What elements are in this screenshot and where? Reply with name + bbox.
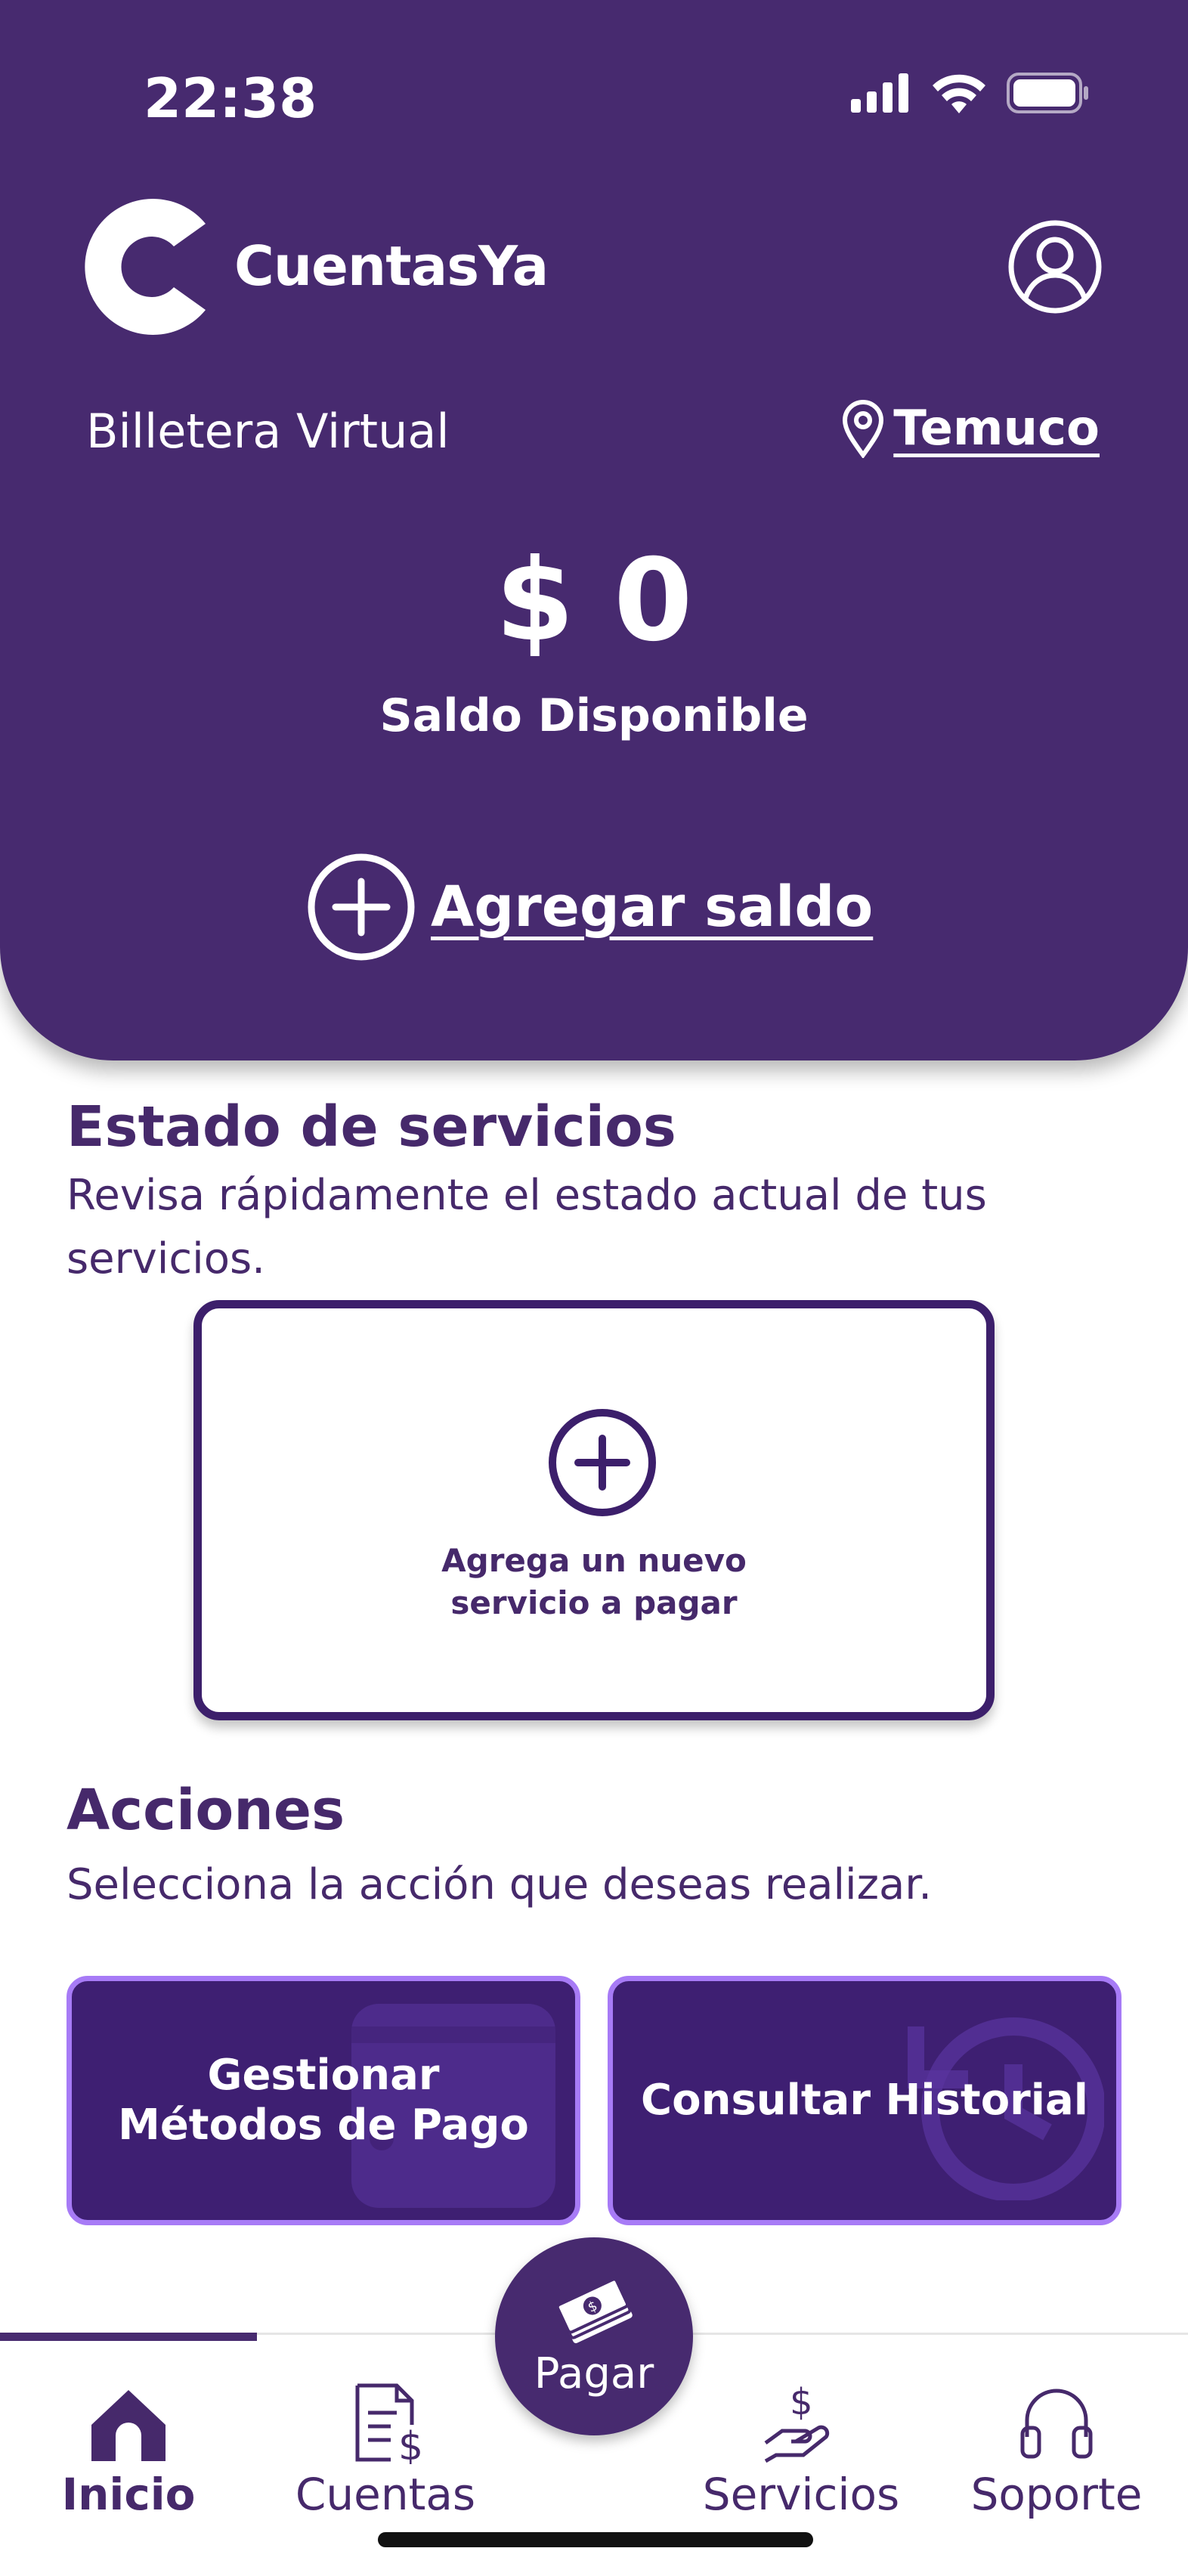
nav-label-support: Soporte xyxy=(970,2469,1143,2520)
cellular-signal-icon xyxy=(851,73,908,113)
app-name: CuentasYa xyxy=(234,234,549,298)
actions-title: Acciones xyxy=(67,1778,345,1843)
services-description: Revisa rápidamente el estado actual de t… xyxy=(67,1171,987,1283)
nav-active-indicator xyxy=(0,2333,257,2341)
hand-money-icon: $ xyxy=(764,2381,830,2463)
pay-label: Pagar xyxy=(534,2349,654,2398)
add-balance-button[interactable]: Agregar saldo xyxy=(307,853,873,961)
nav-item-accounts[interactable]: $ Cuentas xyxy=(272,2381,499,2520)
headset-icon xyxy=(1020,2389,1093,2459)
location-selector[interactable]: Temuco xyxy=(840,399,1100,458)
wifi-icon xyxy=(933,74,985,113)
status-icons xyxy=(851,73,1090,113)
nav-item-support[interactable]: Soporte xyxy=(943,2381,1170,2520)
wallet-label: Billetera Virtual xyxy=(86,404,450,459)
battery-icon xyxy=(1007,73,1088,113)
history-button[interactable]: Consultar Historial xyxy=(608,1976,1121,2225)
manage-payment-methods-label: Gestionar Métodos de Pago xyxy=(72,1981,575,2220)
location-text[interactable]: Temuco xyxy=(893,401,1100,457)
profile-icon[interactable] xyxy=(1007,219,1103,314)
history-label: Consultar Historial xyxy=(641,2076,1088,2125)
manage-payment-line2: Métodos de Pago xyxy=(118,2101,529,2150)
add-service-card[interactable]: Agrega un nuevo servicio a pagar xyxy=(193,1300,995,1720)
services-title: Estado de servicios xyxy=(67,1094,676,1160)
manage-payment-methods-button[interactable]: Gestionar Métodos de Pago xyxy=(67,1976,580,2225)
balance-amount: $ 0 xyxy=(495,535,693,667)
nav-label-services: Servicios xyxy=(702,2469,900,2520)
add-service-line2: servicio a pagar xyxy=(450,1584,738,1621)
header: 22:38 CuentasYa Billetera Virtual Temuco… xyxy=(0,0,1188,1060)
logo-c-icon xyxy=(85,199,206,335)
location-pin-icon xyxy=(843,400,884,458)
plus-circle-icon xyxy=(308,853,415,961)
add-service-plus-icon xyxy=(549,1409,656,1516)
add-service-text: Agrega un nuevo servicio a pagar xyxy=(202,1540,986,1624)
home-indicator xyxy=(378,2532,813,2547)
svg-text:$: $ xyxy=(790,2381,813,2423)
home-icon xyxy=(91,2390,166,2461)
manage-payment-line1: Gestionar xyxy=(207,2051,440,2100)
money-stack-icon: $ xyxy=(555,2277,633,2343)
nav-item-home[interactable]: Inicio xyxy=(15,2381,242,2520)
nav-label-accounts: Cuentas xyxy=(295,2469,476,2520)
actions-description: Selecciona la acción que deseas realizar… xyxy=(67,1860,932,1909)
add-service-line1: Agrega un nuevo xyxy=(441,1542,747,1579)
status-time: 22:38 xyxy=(144,67,317,130)
bill-document-icon: $ xyxy=(355,2383,423,2464)
pay-button[interactable]: $ Pagar xyxy=(495,2237,693,2435)
nav-item-services[interactable]: $ Servicios xyxy=(688,2381,914,2520)
svg-text:$: $ xyxy=(398,2424,423,2464)
nav-label-home: Inicio xyxy=(61,2469,196,2520)
balance-label: Saldo Disponible xyxy=(379,689,809,742)
add-balance-label[interactable]: Agregar saldo xyxy=(431,875,873,940)
